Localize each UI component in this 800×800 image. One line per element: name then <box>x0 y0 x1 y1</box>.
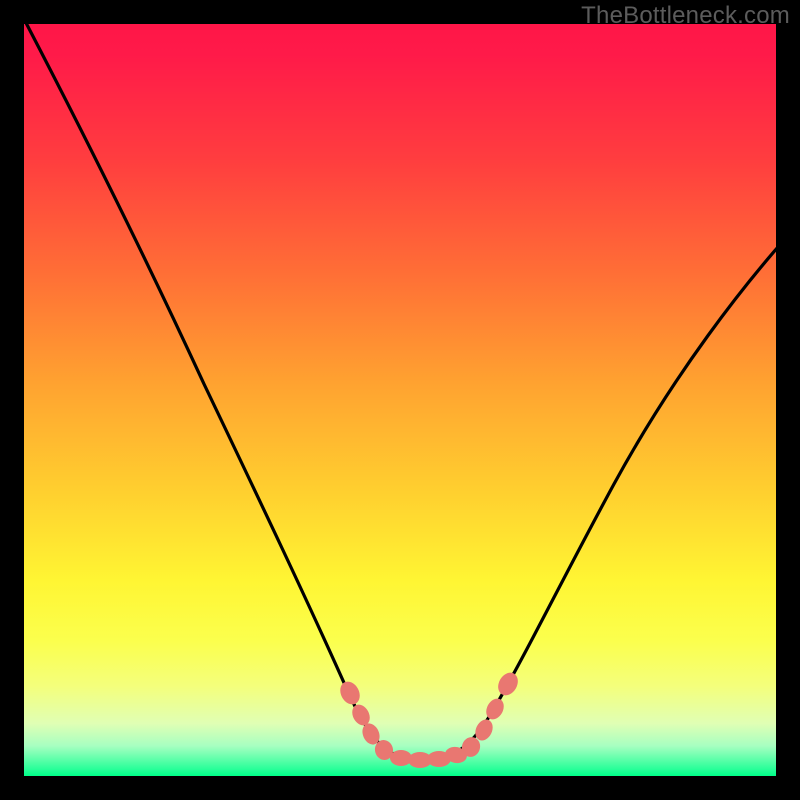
bottleneck-curve <box>24 24 776 760</box>
marker-dot <box>494 669 522 699</box>
chart-frame: TheBottleneck.com <box>0 0 800 800</box>
marker-dot <box>336 678 363 708</box>
marker-group <box>336 669 521 768</box>
curve-layer <box>24 24 776 776</box>
plot-area <box>24 24 776 776</box>
watermark-text: TheBottleneck.com <box>581 2 790 30</box>
